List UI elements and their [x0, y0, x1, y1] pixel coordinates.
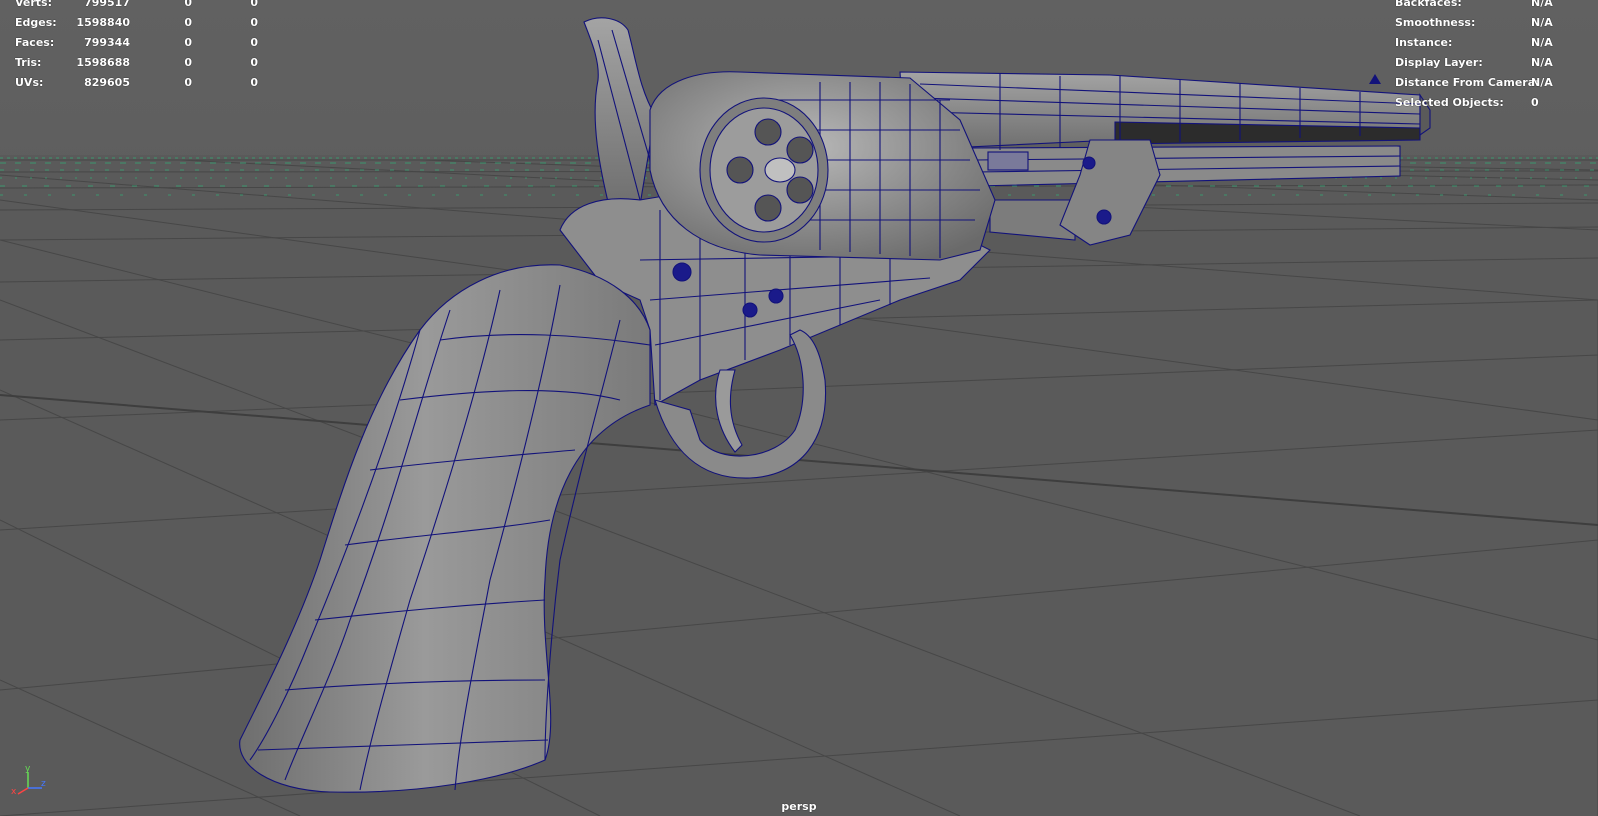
stat-value-edges-uv: 0 [250, 16, 258, 29]
axis-x-line [17, 787, 29, 795]
stat-label-edges: Edges: [15, 16, 57, 29]
axis-x-label: x [11, 787, 17, 797]
stat-value-tris-uv: 0 [250, 56, 258, 69]
stat-value-uvs-uv: 0 [250, 76, 258, 89]
info-value-display-layer: N/A [1531, 56, 1553, 69]
stat-label-uvs: UVs: [15, 76, 44, 89]
info-label-smoothness: Smoothness: [1395, 16, 1476, 29]
info-value-instance: N/A [1531, 36, 1553, 49]
info-label-backfaces: Backfaces: [1395, 0, 1462, 9]
info-label-distance-from-camera: Distance From Camera: [1395, 76, 1540, 89]
stat-value-edges-selected: 0 [184, 16, 192, 29]
stat-value-tris-selected: 0 [184, 56, 192, 69]
info-value-smoothness: N/A [1531, 16, 1553, 29]
axis-z-label: z [41, 779, 46, 789]
stat-label-faces: Faces: [15, 36, 55, 49]
stat-value-verts-selected: 0 [184, 0, 192, 9]
info-label-selected-objects: Selected Objects: [1395, 96, 1504, 109]
axis-y-label: y [25, 764, 31, 774]
stat-value-edges: 1598840 [76, 16, 130, 29]
stat-value-verts: 799517 [84, 0, 130, 9]
stat-value-faces-uv: 0 [250, 36, 258, 49]
stat-value-uvs: 829605 [84, 76, 130, 89]
view-axis-gizmo: y z x [11, 764, 46, 797]
info-value-distance-from-camera: N/A [1531, 76, 1553, 89]
info-value-backfaces: N/A [1531, 0, 1553, 9]
stat-value-tris: 1598688 [76, 56, 130, 69]
stat-value-faces-selected: 0 [184, 36, 192, 49]
info-value-selected-objects: 0 [1531, 96, 1539, 109]
stat-label-tris: Tris: [15, 56, 42, 69]
info-label-instance: Instance: [1395, 36, 1453, 49]
stat-value-verts-uv: 0 [250, 0, 258, 9]
camera-name-label: persp [781, 800, 817, 813]
cylinder-mesh[interactable] [649, 71, 996, 261]
info-label-display-layer: Display Layer: [1395, 56, 1483, 69]
stat-value-uvs-selected: 0 [184, 76, 192, 89]
stat-value-faces: 799344 [84, 36, 130, 49]
stat-label-verts: Verts: [15, 0, 53, 9]
viewport-persp[interactable]: Verts: 799517 0 0 Edges: 1598840 0 0 Fac… [0, 0, 1598, 816]
scene-view[interactable] [0, 0, 1598, 816]
